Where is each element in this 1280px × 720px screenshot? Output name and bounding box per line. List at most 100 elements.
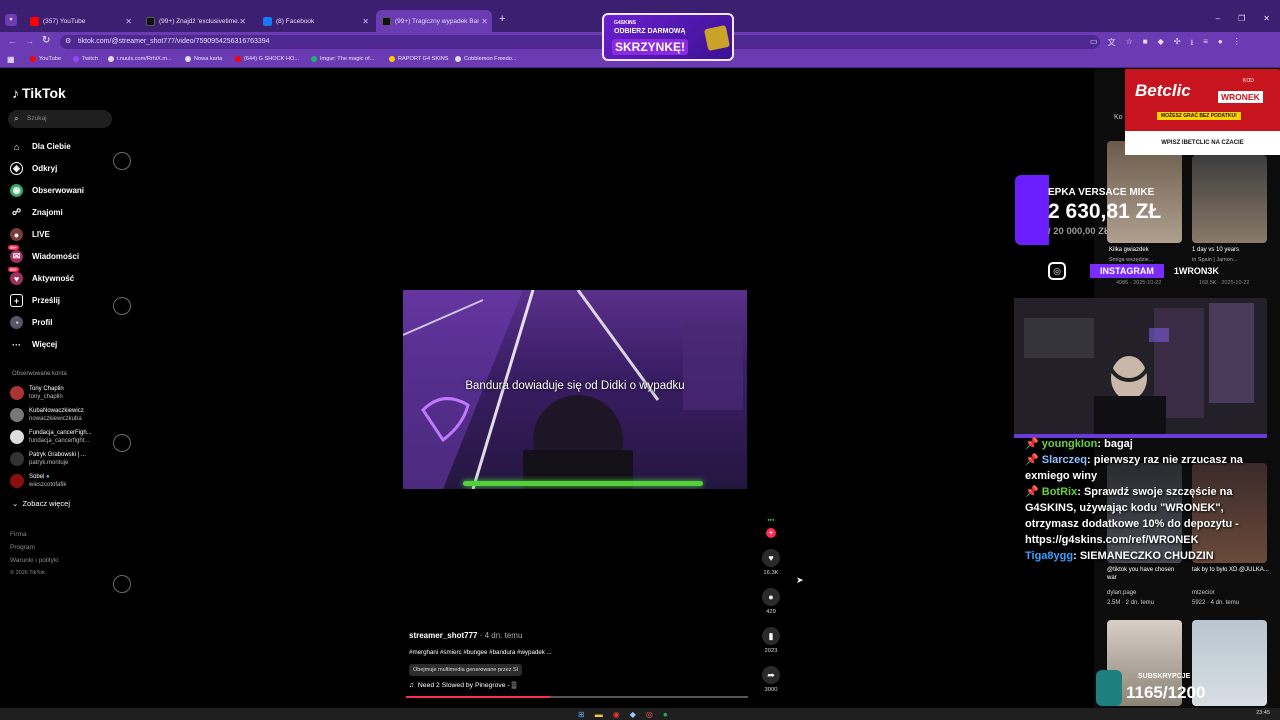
tab-facebook[interactable]: (8) Facebook ✕	[257, 11, 373, 31]
address-bar[interactable]: ⚙ tiktok.com/@streamer_shot777/video/759…	[60, 35, 1100, 49]
pin-icon: 📌	[1025, 486, 1039, 498]
reload-icon[interactable]: ↻	[42, 35, 50, 46]
chrome-icon[interactable]: ◎	[646, 710, 653, 719]
app-icon[interactable]: ◉	[613, 710, 620, 719]
tiktok-logo[interactable]: ♪ TikTok	[12, 85, 66, 101]
back-icon[interactable]: ←	[8, 36, 17, 46]
spotify-icon[interactable]: ●	[663, 710, 668, 719]
bookmark-imgur[interactable]: Imgur: The magic of...	[311, 56, 374, 62]
site-info-icon[interactable]: ⚙	[65, 35, 71, 49]
forward-icon[interactable]: →	[25, 36, 34, 46]
ad-line1: ODBIERZ DARMOWĄ	[614, 28, 686, 35]
sidebar-item-dla-ciebie[interactable]: ⌂ Dla Ciebie	[10, 140, 71, 153]
compass-icon: ◈	[10, 162, 23, 175]
followed-account[interactable]: Patryk Grabowski | ... patryk.montuje	[10, 451, 86, 467]
apps-icon[interactable]: ▦	[7, 55, 15, 64]
new-tab-button[interactable]: +	[499, 13, 505, 25]
bookmark-button[interactable]: ▮ 2023	[760, 627, 782, 654]
translate-icon[interactable]: 文	[1108, 37, 1116, 51]
loading-spinner	[113, 297, 131, 315]
music-note-icon: ♫	[409, 682, 415, 689]
window-controls: – ❐ ✕	[1216, 14, 1270, 23]
see-more-link[interactable]: ⌄ Zobacz więcej	[12, 499, 70, 508]
download-icon[interactable]: ⭳	[1190, 37, 1193, 51]
home-icon: ⌂	[13, 141, 20, 152]
follow-plus-icon[interactable]: +	[766, 528, 776, 538]
instagram-label: INSTAGRAM	[1090, 264, 1164, 278]
sidebar-item-aktywnosc[interactable]: ♥ 99+ Aktywność	[8, 267, 74, 285]
close-icon[interactable]: ✕	[481, 17, 488, 26]
puzzle-icon[interactable]: ✣	[1174, 37, 1181, 51]
facebook-icon	[263, 16, 272, 26]
screen: ▾ (357) YouTube ✕ (99+) Znajdź 'exclusiv…	[0, 0, 1280, 720]
more-icon: ···	[12, 339, 21, 350]
extension-icon[interactable]: ◆	[1158, 37, 1164, 51]
maximize-icon[interactable]: ❐	[1238, 14, 1245, 23]
streamer-webcam	[1014, 298, 1267, 438]
close-icon[interactable]: ✕	[125, 17, 132, 26]
kebab-menu-icon[interactable]: ⋮	[1233, 37, 1241, 51]
cast-icon[interactable]: ▭	[1090, 37, 1098, 51]
tab-menu-button[interactable]: ▾	[5, 14, 17, 26]
bookmark-youtube[interactable]: YouTube	[30, 56, 61, 62]
close-icon[interactable]: ✕	[239, 17, 246, 26]
like-button[interactable]: ♥ 16.3K	[760, 549, 782, 576]
followed-section-title: Obserwowane konta	[12, 371, 67, 377]
followed-account[interactable]: Fundacja_cancerFigh... fundacja_cancerfig…	[10, 429, 92, 445]
bookmark-cobblemon[interactable]: Cobblemon Freedo...	[455, 56, 517, 62]
video-player[interactable]: Bandura dowiaduje się od Didki o wypadku	[403, 290, 747, 489]
star-icon[interactable]: ☆	[1126, 37, 1133, 51]
creator-avatar[interactable]: ●●●	[760, 517, 782, 527]
twitch-icon	[73, 56, 79, 62]
video-author[interactable]: streamer_shot777 · 4 dn. temu	[409, 631, 522, 640]
thumb-stats: 2.5M · 2 dn. temu	[1107, 600, 1155, 606]
sidebar-item-przeslij[interactable]: + Prześlij	[10, 294, 60, 307]
close-icon[interactable]: ✕	[362, 17, 369, 26]
file-explorer-icon[interactable]: ▬	[595, 710, 603, 719]
folder-icon	[389, 56, 395, 62]
messages-icon: ✉ 99+	[8, 245, 23, 263]
sidebar-item-wiecej[interactable]: ··· Więcej	[10, 338, 57, 351]
tab-tiktok-search[interactable]: (99+) Znajdź 'exclusivetime.krk'... ✕	[140, 11, 250, 31]
close-window-icon[interactable]: ✕	[1263, 14, 1270, 23]
followed-account[interactable]: Tony Chaplin tony_chaplin	[10, 385, 64, 401]
footer-link[interactable]: Firma	[10, 531, 27, 538]
footer-link[interactable]: Program	[10, 544, 35, 551]
bookmark-twitch[interactable]: Twitch	[73, 56, 98, 62]
menu-icon[interactable]: ≡	[1203, 37, 1208, 51]
globe-icon	[185, 56, 191, 62]
steam-icon[interactable]: ◆	[630, 710, 636, 719]
sidebar-item-odkryj[interactable]: ◈ Odkryj	[10, 162, 57, 175]
tab-tiktok-video[interactable]: (99+) Tragiczny wypadek Band... ✕	[376, 10, 492, 32]
video-progress-bar[interactable]	[406, 696, 748, 698]
followed-account[interactable]: Sobel ● wieszcotofafik	[10, 473, 66, 489]
loading-spinner	[113, 152, 131, 170]
video-hashtags[interactable]: #merghani #smierc #bungee #bandura #wypa…	[409, 649, 552, 656]
music-info[interactable]: ♫ Need 2 Slowed by Pinegrove - ▒	[409, 682, 516, 689]
goal-amount: 2 630,81 ZŁ	[1048, 200, 1162, 223]
sidebar-item-obserwowani[interactable]: ◉ Obserwowani	[10, 184, 84, 197]
thumb-title: Kilka gwiazdek	[1109, 247, 1149, 253]
minimize-icon[interactable]: –	[1216, 14, 1220, 23]
sidebar-item-profil[interactable]: ◔ Profil	[10, 316, 52, 329]
comment-button[interactable]: ● 429	[760, 588, 782, 615]
avatar[interactable]: ●	[1218, 37, 1223, 51]
sidebar-item-live[interactable]: ● LIVE	[10, 228, 50, 241]
search-input[interactable]: ⌕ Szukaj	[8, 110, 112, 128]
tab-youtube[interactable]: (357) YouTube ✕	[24, 11, 136, 31]
bookmark-nowa-karta[interactable]: Nowa karta	[185, 56, 222, 62]
extension-icon[interactable]: ■	[1143, 37, 1148, 51]
g4skins-brand: G4SKINS	[614, 20, 636, 26]
avatar	[10, 408, 24, 422]
sidebar-item-wiadomosci[interactable]: ✉ 99+ Wiadomości	[8, 245, 79, 263]
instagram-icon: ◎	[1048, 262, 1066, 280]
share-button[interactable]: ➦ 3000	[760, 666, 782, 693]
windows-start-icon[interactable]: ⊞	[578, 710, 585, 719]
followed-account[interactable]: KubaNowaczkiewicz nowaczkiewiczkuba	[10, 407, 84, 423]
bookmark-nuuls[interactable]: i.nuuls.com/RrhiX.m...	[108, 56, 172, 62]
pin-icon: 📌	[1025, 438, 1039, 450]
footer-link[interactable]: Warunki i polityki	[10, 557, 59, 564]
sidebar-item-znajomi[interactable]: ☍ Znajomi	[10, 206, 63, 219]
bookmark-raport[interactable]: RAPORT G4 SKINS	[389, 56, 448, 62]
bookmark-gshock[interactable]: (644) G SHOCK HO...	[235, 56, 299, 62]
